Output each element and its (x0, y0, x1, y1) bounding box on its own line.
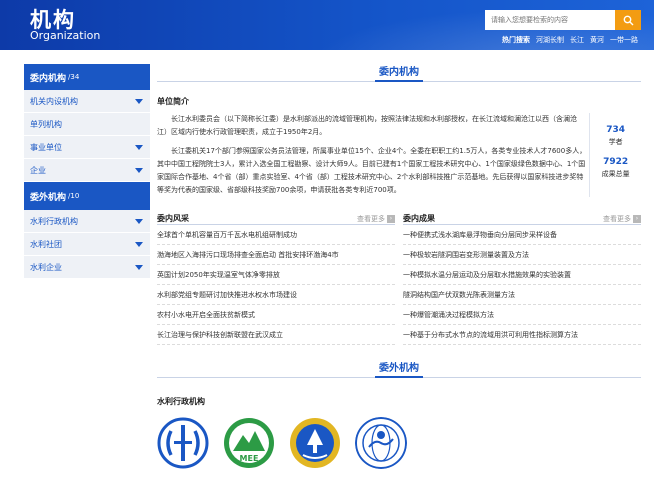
news-column-results: 委内成果 查看更多 › 一种便携式浅水湖库悬浮物垂向分层同步采样设备 一种极软岩… (403, 211, 641, 345)
news-item[interactable]: 渤海地区入海排污口现场排查全面启动 首批安排环渤海4市 (157, 245, 395, 265)
news-item[interactable]: 一种便携式浅水湖库悬浮物垂向分层同步采样设备 (403, 225, 641, 245)
news-item[interactable]: 一种模拟水温分层运动及分层取水措施效果的实验装置 (403, 265, 641, 285)
chevron-down-icon (135, 264, 143, 270)
sidebar-item-label: 单列机构 (30, 119, 62, 129)
sidebar-group-count: /10 (68, 192, 80, 200)
news-item[interactable]: 一种爆管潮涌决过程模拟方法 (403, 305, 641, 325)
sidebar-item-label: 水利企业 (30, 262, 62, 272)
page-subtitle: Organization (30, 29, 101, 42)
view-more-link[interactable]: 查看更多 › (357, 214, 395, 224)
chevron-down-icon (135, 144, 143, 150)
main-content: 委内机构 单位简介 长江水利委员会（以下简称长江委）是水利部派出的流域管理机构，… (157, 64, 641, 469)
section-title-text: 委外机构 (375, 360, 423, 378)
sidebar-item-admin-agencies[interactable]: 水利行政机构 (24, 210, 150, 233)
sidebar: 委内机构 /34 机关内设机构 单列机构 事业单位 企业 委外机构 /10 水利… (24, 64, 150, 279)
sidebar-item-water-enterprises[interactable]: 水利企业 (24, 256, 150, 279)
arrow-right-icon: › (387, 215, 395, 223)
search-button[interactable] (615, 10, 641, 30)
logo-row: MEE (157, 417, 641, 469)
news-item[interactable]: 一种基于分布式水节点的流域用洪可利用性指标测算方法 (403, 325, 641, 345)
sidebar-item-label: 企业 (30, 165, 46, 175)
intro-paragraph: 长江水利委员会（以下简称长江委）是水利部派出的流域管理机构，按照法律法规和水利部… (157, 115, 577, 136)
sidebar-item-label: 水利社团 (30, 239, 62, 249)
stat-label-results: 成果总量 (601, 170, 630, 178)
sidebar-item-label: 事业单位 (30, 142, 62, 152)
news-item[interactable]: 一种极软岩隧洞围岩变形测量装置及方法 (403, 245, 641, 265)
intro-paragraph: 长江委机关17个部门参照国家公务员法管理，所属事业单位15个、企业4个。全委在职… (157, 147, 587, 194)
section-title-external: 委外机构 (157, 360, 641, 378)
hot-search-label: 热门搜索 (502, 36, 530, 44)
news-header: 委内成果 查看更多 › (403, 211, 641, 225)
sidebar-group-title: 委内机构 (30, 73, 67, 84)
section-title-internal: 委内机构 (157, 64, 641, 82)
mee-logo[interactable]: MEE (223, 417, 275, 469)
search-icon (623, 15, 633, 25)
stat-label-scholars: 学者 (608, 138, 623, 146)
site-header: 机构 Organization 热门搜索 河湖长制 长江 黄河 一带一路 (0, 0, 654, 50)
news-header: 委内风采 查看更多 › (157, 211, 395, 225)
news-item[interactable]: 隧洞结构国产伏双数光陈表测量方法 (403, 285, 641, 305)
hot-link[interactable]: 河湖长制 (536, 35, 564, 45)
stats-panel: 734 学者 7922 成果总量 (589, 113, 641, 197)
mee-logo-text: MEE (240, 454, 259, 463)
chevron-down-icon (135, 241, 143, 247)
meteorology-logo[interactable] (355, 417, 407, 469)
stat-number-results: 7922 (603, 157, 629, 167)
intro-heading: 单位简介 (157, 97, 189, 106)
sidebar-item-public-institutions[interactable]: 事业单位 (24, 136, 150, 159)
sidebar-item-internal-depts[interactable]: 机关内设机构 (24, 90, 150, 113)
news-item[interactable]: 长江治理与保护科技创新联盟在武汉成立 (157, 325, 395, 345)
water-ministry-logo[interactable] (157, 417, 209, 469)
hot-search-links: 热门搜索 河湖长制 长江 黄河 一带一路 (502, 35, 638, 45)
view-more-link[interactable]: 查看更多 › (603, 214, 641, 224)
sidebar-item-separate-units[interactable]: 单列机构 (24, 113, 150, 136)
news-title: 委内风采 (157, 214, 189, 223)
admin-heading: 水利行政机构 (157, 397, 205, 406)
sidebar-group-title: 委外机构 (30, 192, 67, 203)
sidebar-item-societies[interactable]: 水利社团 (24, 233, 150, 256)
intro-block: 长江水利委员会（以下简称长江委）是水利部派出的流域管理机构，按照法律法规和水利部… (157, 113, 641, 197)
forestry-logo[interactable] (289, 417, 341, 469)
sidebar-group-count: /34 (68, 73, 80, 81)
view-more-label: 查看更多 (603, 215, 631, 223)
arrow-right-icon: › (633, 215, 641, 223)
hot-link[interactable]: 一带一路 (610, 35, 638, 45)
view-more-label: 查看更多 (357, 215, 385, 223)
news-item[interactable]: 英国计划2050年实现温室气体净零排放 (157, 265, 395, 285)
sidebar-item-enterprises[interactable]: 企业 (24, 159, 150, 182)
sidebar-group-external[interactable]: 委外机构 /10 (24, 182, 150, 210)
hot-link[interactable]: 黄河 (590, 35, 604, 45)
news-title: 委内成果 (403, 214, 435, 223)
hot-link[interactable]: 长江 (570, 35, 584, 45)
stat-number-scholars: 734 (606, 125, 625, 135)
sidebar-group-internal[interactable]: 委内机构 /34 (24, 64, 150, 90)
sidebar-item-label: 机关内设机构 (30, 96, 78, 106)
news-item[interactable]: 全球首个单机容量百万千瓦水电机组研制成功 (157, 225, 395, 245)
sidebar-item-label: 水利行政机构 (30, 216, 78, 226)
news-item[interactable]: 水利部党组专题研讨加快推进水权水市场建设 (157, 285, 395, 305)
intro-text: 长江水利委员会（以下简称长江委）是水利部派出的流域管理机构，按照法律法规和水利部… (157, 113, 587, 197)
section-title-text: 委内机构 (375, 64, 423, 82)
chevron-down-icon (135, 218, 143, 224)
search-input[interactable] (485, 10, 615, 30)
news-row: 委内风采 查看更多 › 全球首个单机容量百万千瓦水电机组研制成功 渤海地区入海排… (157, 211, 641, 345)
chevron-down-icon (135, 167, 143, 173)
news-column-style: 委内风采 查看更多 › 全球首个单机容量百万千瓦水电机组研制成功 渤海地区入海排… (157, 211, 395, 345)
news-item[interactable]: 农村小水电开启全面扶贫新模式 (157, 305, 395, 325)
chevron-down-icon (135, 98, 143, 104)
